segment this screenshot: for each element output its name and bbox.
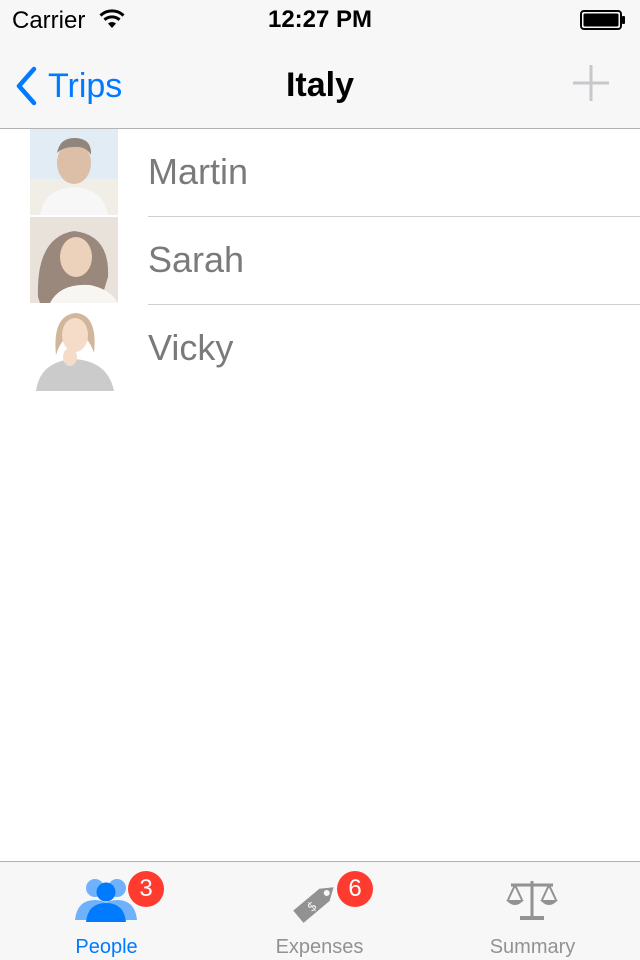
tab-people[interactable]: 3 People <box>0 862 213 960</box>
avatar <box>30 129 118 215</box>
person-name: Vicky <box>148 327 234 368</box>
tab-expenses[interactable]: $ 6 Expenses <box>213 862 426 960</box>
list-item[interactable]: Sarah <box>0 217 640 305</box>
people-list: Martin Sarah Vicky <box>0 129 640 393</box>
tab-expenses-label: Expenses <box>275 936 364 958</box>
list-item[interactable]: Martin <box>0 129 640 217</box>
battery-icon <box>580 10 626 30</box>
scales-icon <box>505 878 559 927</box>
status-bar: Carrier 12:27 PM <box>0 0 640 40</box>
expenses-badge: 6 <box>337 871 373 907</box>
person-name: Martin <box>148 151 249 192</box>
status-time: 12:27 PM <box>267 6 373 33</box>
avatar <box>30 217 118 303</box>
plus-icon <box>570 65 612 108</box>
tab-people-label: People <box>75 936 138 958</box>
screen: Carrier 12:27 PM Trips Italy Martin Sara… <box>0 0 640 960</box>
tab-summary[interactable]: Summary <box>426 862 639 960</box>
add-button[interactable] <box>570 62 612 104</box>
avatar <box>30 305 118 391</box>
tab-bar: 3 People $ 6 Expenses Summary <box>0 861 640 960</box>
tab-summary-label: Summary <box>489 936 576 958</box>
top-bar: Carrier 12:27 PM Trips Italy <box>0 0 640 129</box>
list-item[interactable]: Vicky <box>0 305 640 393</box>
price-tag-icon: $ <box>289 880 343 929</box>
people-badge: 3 <box>128 871 164 907</box>
person-name: Sarah <box>148 239 245 280</box>
page-title: Italy <box>285 66 355 104</box>
navigation-bar: Trips Italy <box>0 40 640 128</box>
